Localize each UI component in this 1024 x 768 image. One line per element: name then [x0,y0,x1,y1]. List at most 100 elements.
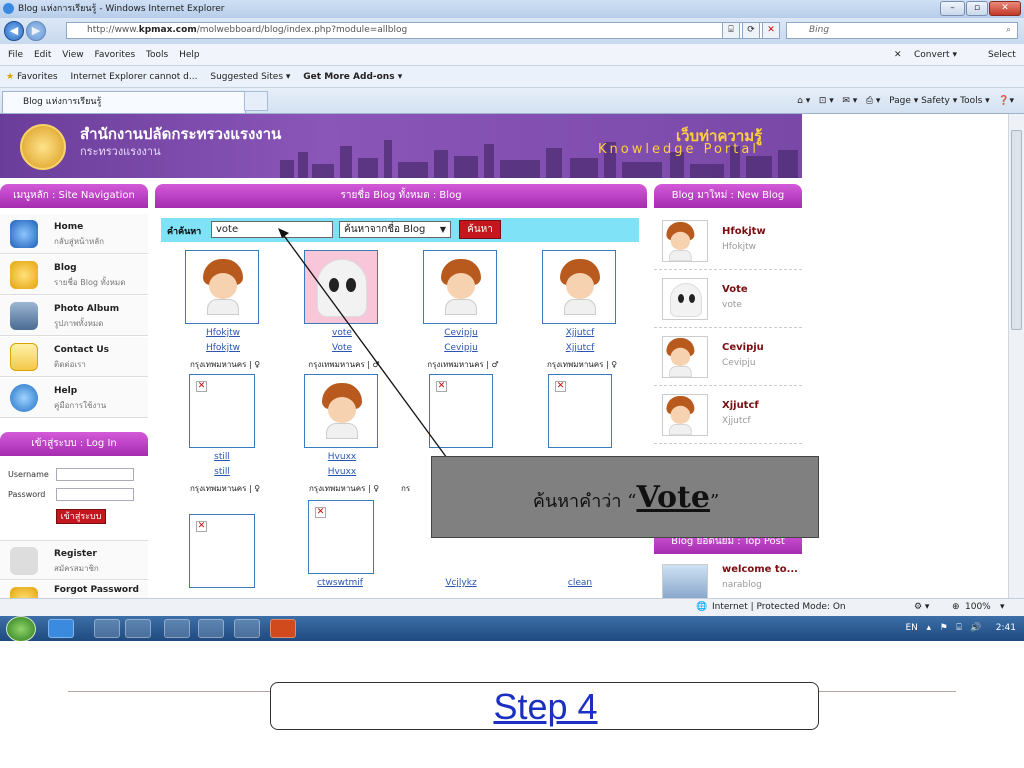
home-icon[interactable]: ⌂ ▾ [797,96,810,106]
menu-file[interactable]: File [8,50,23,60]
network-icon[interactable]: ⌸ [956,623,961,633]
address-bar[interactable]: http://www.kpmax.com/molwebboard/blog/in… [66,22,778,39]
tab-blog[interactable]: Blog แห่งการเรียนรู้ [2,91,246,113]
nav-home[interactable]: Home กลับสู่หน้าหลัก [0,214,148,254]
refresh-icon[interactable]: ⟳ [742,22,760,39]
blog-avatar[interactable] [423,250,497,324]
top-post-title[interactable]: welcome to... [722,564,798,575]
flag-icon[interactable]: ⚑ [940,623,948,633]
feeds-icon[interactable]: ⊡ ▾ [819,96,834,106]
blog-avatar[interactable] [542,250,616,324]
command-menus[interactable]: Page ▾ Safety ▾ Tools ▾ [889,96,990,106]
fav-suggested-sites[interactable]: Suggested Sites ▾ [210,72,290,82]
security-zone[interactable]: Internet | Protected Mode: On [712,599,846,616]
forward-button[interactable]: ▶ [26,21,46,41]
stop-icon[interactable]: ✕ [762,22,780,39]
blog-name-link[interactable]: still [172,452,272,462]
menu-edit[interactable]: Edit [34,50,51,60]
command-bar[interactable]: ⌂ ▾ ⊡ ▾ ✉ ▾ ⎙ ▾ Page ▾ Safety ▾ Tools ▾ … [797,91,1014,111]
blog-avatar[interactable]: ✕ [548,374,612,448]
blog-name-link[interactable]: Xjjutcf [530,328,630,338]
blog-search-input[interactable]: vote [211,221,333,238]
word-taskbar-icon[interactable] [198,619,224,638]
blog-thumb[interactable] [662,220,708,262]
convert-menu[interactable]: Convert ▾ [914,44,957,66]
blog-avatar[interactable]: ✕ [429,374,493,448]
search-scope-select[interactable]: ค้นหาจากชื่อ Blog ▼ [339,221,451,238]
nav-contact[interactable]: Contact Us ติดต่อเรา [0,337,148,377]
blog-avatar[interactable] [304,374,378,448]
blog-owner-link[interactable]: Hfokjtw [173,343,273,353]
username-input[interactable] [56,468,134,481]
new-blog-item[interactable]: Cevipju Cevipju [654,328,802,386]
blog-avatar[interactable] [304,250,378,324]
menu-favorites[interactable]: Favorites [94,50,135,60]
explorer-taskbar-icon[interactable] [94,619,120,638]
blog-avatar[interactable]: ✕ [308,500,374,574]
ie-taskbar-icon[interactable] [48,619,74,638]
nav-blog[interactable]: Blog รายชื่อ Blog ทั้งหมด [0,255,148,295]
blog-name-link[interactable]: vote [292,328,392,338]
blog-owner-link[interactable]: Hvuxx [292,467,392,477]
excel-taskbar-icon[interactable] [234,619,260,638]
blog-name-link[interactable]: Cevipju [411,328,511,338]
compat-view-icon[interactable]: ⌸ [722,22,740,39]
blog-name-link[interactable]: ctwswtmif [290,578,390,588]
step-label[interactable]: Step 4 [271,683,820,731]
language-indicator[interactable]: EN [905,623,917,633]
search-icon[interactable]: ⌕ [1006,23,1011,38]
fav-ie-cannot[interactable]: Internet Explorer cannot d... [70,72,197,82]
blog-name-link[interactable]: Hvuxx [292,452,392,462]
blog-name-link[interactable]: clean [530,578,630,588]
powerpoint-taskbar-icon[interactable] [270,619,296,638]
zoom-level[interactable]: 100% [965,599,991,616]
select-menu[interactable]: Select [988,44,1016,66]
vertical-scrollbar[interactable] [1008,114,1024,598]
new-blog-item[interactable]: Vote vote [654,270,802,328]
building-thumb-icon[interactable] [662,564,708,598]
login-button[interactable]: เข้าสู่ระบบ [56,509,106,524]
blog-thumb[interactable] [662,394,708,436]
search-button[interactable]: ค้นหา [459,220,501,239]
blog-owner-link[interactable]: Xjjutcf [530,343,630,353]
menu-help[interactable]: Help [179,50,200,60]
minimize-button[interactable]: – [940,1,965,16]
mail-icon[interactable]: ✉ ▾ [842,96,857,106]
new-tab-button[interactable] [244,91,268,111]
fav-get-addons[interactable]: Get More Add-ons ▾ [303,72,402,82]
blog-avatar[interactable]: ✕ [189,514,255,588]
new-blog-name[interactable]: Hfokjtw [722,226,766,237]
clock[interactable]: 2:41 [996,623,1016,633]
blog-avatar[interactable] [185,250,259,324]
close-toolbar-icon[interactable]: ✕ [894,44,902,66]
new-blog-name[interactable]: Xjjutcf [722,400,759,411]
password-input[interactable] [56,488,134,501]
search-input[interactable]: Bing ⌕ [786,22,1018,39]
nav-photo-album[interactable]: Photo Album รูปภาพทั้งหมด [0,296,148,336]
tray-arrow-icon[interactable]: ▴ [926,623,931,633]
favorites-button[interactable]: Favorites [17,72,58,82]
blog-owner-link[interactable]: Cevipju [411,343,511,353]
blog-avatar[interactable]: ✕ [189,374,255,448]
volume-icon[interactable]: 🔊 [970,623,981,633]
new-blog-name[interactable]: Vote [722,284,748,295]
start-button[interactable] [6,616,36,642]
top-post-item[interactable]: welcome to... narablog [654,556,802,598]
blog-thumb[interactable] [662,336,708,378]
menu-view[interactable]: View [62,50,83,60]
back-button[interactable]: ◀ [4,21,24,41]
maximize-button[interactable]: ▫ [966,1,988,16]
menu-tools[interactable]: Tools [146,50,168,60]
print-icon[interactable]: ⎙ ▾ [866,96,881,106]
app-taskbar-icon[interactable] [164,619,190,638]
blog-name-link[interactable]: Vcjlykz [411,578,511,588]
scrollbar-thumb[interactable] [1011,130,1022,330]
blog-name-link[interactable]: Hfokjtw [173,328,273,338]
new-blog-item[interactable]: Xjjutcf Xjjutcf [654,386,802,444]
media-taskbar-icon[interactable] [125,619,151,638]
protected-mode-icon[interactable]: ⚙ ▾ [914,599,929,616]
new-blog-name[interactable]: Cevipju [722,342,764,353]
close-button[interactable]: ✕ [989,1,1021,16]
zoom-dropdown-icon[interactable]: ▾ [1000,599,1005,616]
help-icon[interactable]: ❓▾ [998,96,1014,106]
